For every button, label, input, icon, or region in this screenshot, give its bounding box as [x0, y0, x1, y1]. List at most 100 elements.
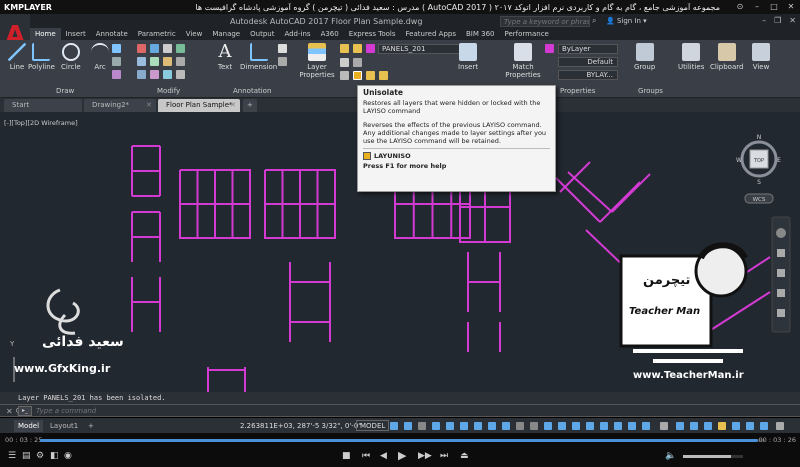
layer-color-swatch[interactable] — [366, 44, 375, 53]
search-input[interactable] — [500, 16, 590, 27]
dynamic-ucs-icon[interactable] — [572, 422, 580, 430]
annotation-panel-title[interactable]: Annotation — [233, 87, 271, 95]
rewind-icon[interactable]: ◀ — [380, 451, 387, 461]
hardware-acceleration-icon[interactable] — [746, 422, 754, 430]
tab-insert[interactable]: Insert — [61, 28, 91, 40]
ortho-icon[interactable] — [446, 422, 454, 430]
dynamic-input-icon[interactable] — [432, 422, 440, 430]
selection-cycling-icon[interactable] — [544, 422, 552, 430]
autoscale-icon[interactable] — [628, 422, 636, 430]
pan-icon[interactable] — [777, 249, 785, 257]
polar-icon[interactable] — [460, 422, 468, 430]
model-tab[interactable]: Model — [14, 420, 44, 432]
isodraft-icon[interactable] — [474, 422, 482, 430]
clean-screen-icon[interactable] — [760, 422, 768, 430]
workspace-gear-icon[interactable] — [660, 422, 668, 430]
close-icon[interactable]: ✕ — [789, 16, 796, 25]
file-tab-drawing2[interactable]: Drawing2* ✕ — [84, 99, 156, 112]
tab-annotate[interactable]: Annotate — [91, 28, 133, 40]
table-icon[interactable] — [278, 57, 287, 66]
groups-panel-title[interactable]: Groups — [638, 87, 663, 95]
layer-sun-icon[interactable] — [353, 44, 362, 53]
tab-express-tools[interactable]: Express Tools — [344, 28, 401, 40]
annotation-monitor-icon[interactable] — [676, 422, 684, 430]
utilities-button[interactable]: Utilities — [678, 43, 704, 71]
explode-icon[interactable] — [176, 57, 185, 66]
command-prompt-icon[interactable]: ▸_ — [18, 406, 32, 416]
zoom-icon[interactable] — [777, 269, 785, 277]
tab-a360[interactable]: A360 — [316, 28, 344, 40]
mirror-icon[interactable] — [150, 57, 159, 66]
color-dropdown[interactable]: ByLayer — [558, 44, 618, 54]
capture-icon[interactable]: ◉ — [64, 451, 72, 461]
next-icon[interactable]: ⏭ — [440, 451, 448, 461]
color-swatch[interactable] — [545, 44, 554, 53]
match-properties-button[interactable]: Match Properties — [504, 43, 542, 79]
volume-icon[interactable]: 🔈 — [665, 451, 676, 461]
object-snap-tracking-icon[interactable] — [488, 422, 496, 430]
gradient-icon[interactable] — [112, 70, 121, 79]
rectangle-icon[interactable] — [112, 44, 121, 53]
fillet-icon[interactable] — [163, 57, 172, 66]
group-button[interactable]: Group — [634, 43, 655, 71]
layer-properties-button[interactable]: Layer Properties — [299, 43, 335, 79]
view-button[interactable]: View — [752, 43, 770, 71]
text-button[interactable]: A Text — [216, 43, 234, 72]
rotate-icon[interactable] — [150, 44, 159, 53]
copy-icon[interactable] — [137, 57, 146, 66]
showmotion-icon[interactable] — [777, 309, 785, 317]
layer-unisolate-icon[interactable] — [353, 71, 362, 80]
move-icon[interactable] — [137, 44, 146, 53]
settings-icon[interactable]: ⚙ — [36, 451, 44, 461]
file-tab-start[interactable]: Start — [4, 99, 82, 112]
infer-constraints-icon[interactable] — [418, 422, 426, 430]
tab-manage[interactable]: Manage — [207, 28, 245, 40]
clipboard-button[interactable]: Clipboard — [710, 43, 743, 71]
tab-home[interactable]: Home — [30, 28, 61, 40]
tab-view[interactable]: View — [181, 28, 208, 40]
file-tab-floor-plan[interactable]: Floor Plan Sample* ✕ — [158, 99, 240, 112]
volume-slider[interactable] — [683, 455, 743, 458]
seek-bar[interactable] — [40, 439, 765, 442]
selection-filter-icon[interactable] — [586, 422, 594, 430]
subtitle-icon[interactable]: ◧ — [50, 451, 59, 461]
scale-icon[interactable] — [150, 70, 159, 79]
command-input[interactable] — [36, 406, 336, 416]
trim-icon[interactable] — [163, 44, 172, 53]
lineweight-dropdown[interactable]: BYLAY... — [558, 70, 618, 80]
model-space-button[interactable]: MODEL — [356, 420, 390, 431]
tab-add-ins[interactable]: Add-ins — [279, 28, 315, 40]
close-icon[interactable]: ✕ — [230, 99, 236, 112]
layer-bulb-icon[interactable] — [340, 44, 349, 53]
arc-button[interactable]: Arc — [91, 43, 109, 71]
layer-off-icon[interactable] — [340, 58, 349, 67]
tab-performance[interactable]: Performance — [499, 28, 553, 40]
sign-in-button[interactable]: 👤 Sign In ▾ — [606, 17, 647, 25]
layer-isolate-icon[interactable] — [353, 58, 362, 67]
polyline-button[interactable]: Polyline — [28, 43, 55, 71]
leader-icon[interactable] — [278, 44, 287, 53]
stop-icon[interactable]: ■ — [342, 451, 351, 461]
layer-match-icon[interactable] — [366, 71, 375, 80]
steering-wheel-icon[interactable] — [776, 228, 786, 238]
lock-ui-icon[interactable] — [718, 422, 726, 430]
close-icon[interactable]: ✕ — [146, 99, 152, 112]
menu-icon[interactable]: ☰ — [8, 451, 16, 461]
previous-icon[interactable]: ⏮ — [362, 451, 370, 461]
add-layout-button[interactable]: + — [84, 420, 98, 432]
3d-osnap-icon[interactable] — [558, 422, 566, 430]
object-snap-icon[interactable] — [502, 422, 510, 430]
extend-icon[interactable] — [176, 44, 185, 53]
offset-icon[interactable] — [176, 70, 185, 79]
orbit-icon[interactable] — [777, 289, 785, 297]
insert-button[interactable]: Insert — [458, 43, 478, 71]
grid-icon[interactable] — [390, 422, 398, 430]
transparency-icon[interactable] — [530, 422, 538, 430]
annotation-visibility-icon[interactable] — [614, 422, 622, 430]
draw-panel-title[interactable]: Draw — [56, 87, 74, 95]
line-button[interactable]: Line — [8, 43, 26, 71]
circle-button[interactable]: Circle — [61, 43, 81, 71]
playlist-icon[interactable]: ▤ — [22, 451, 31, 461]
gizmo-icon[interactable] — [600, 422, 608, 430]
search-icon[interactable]: ⌕ — [592, 16, 596, 26]
